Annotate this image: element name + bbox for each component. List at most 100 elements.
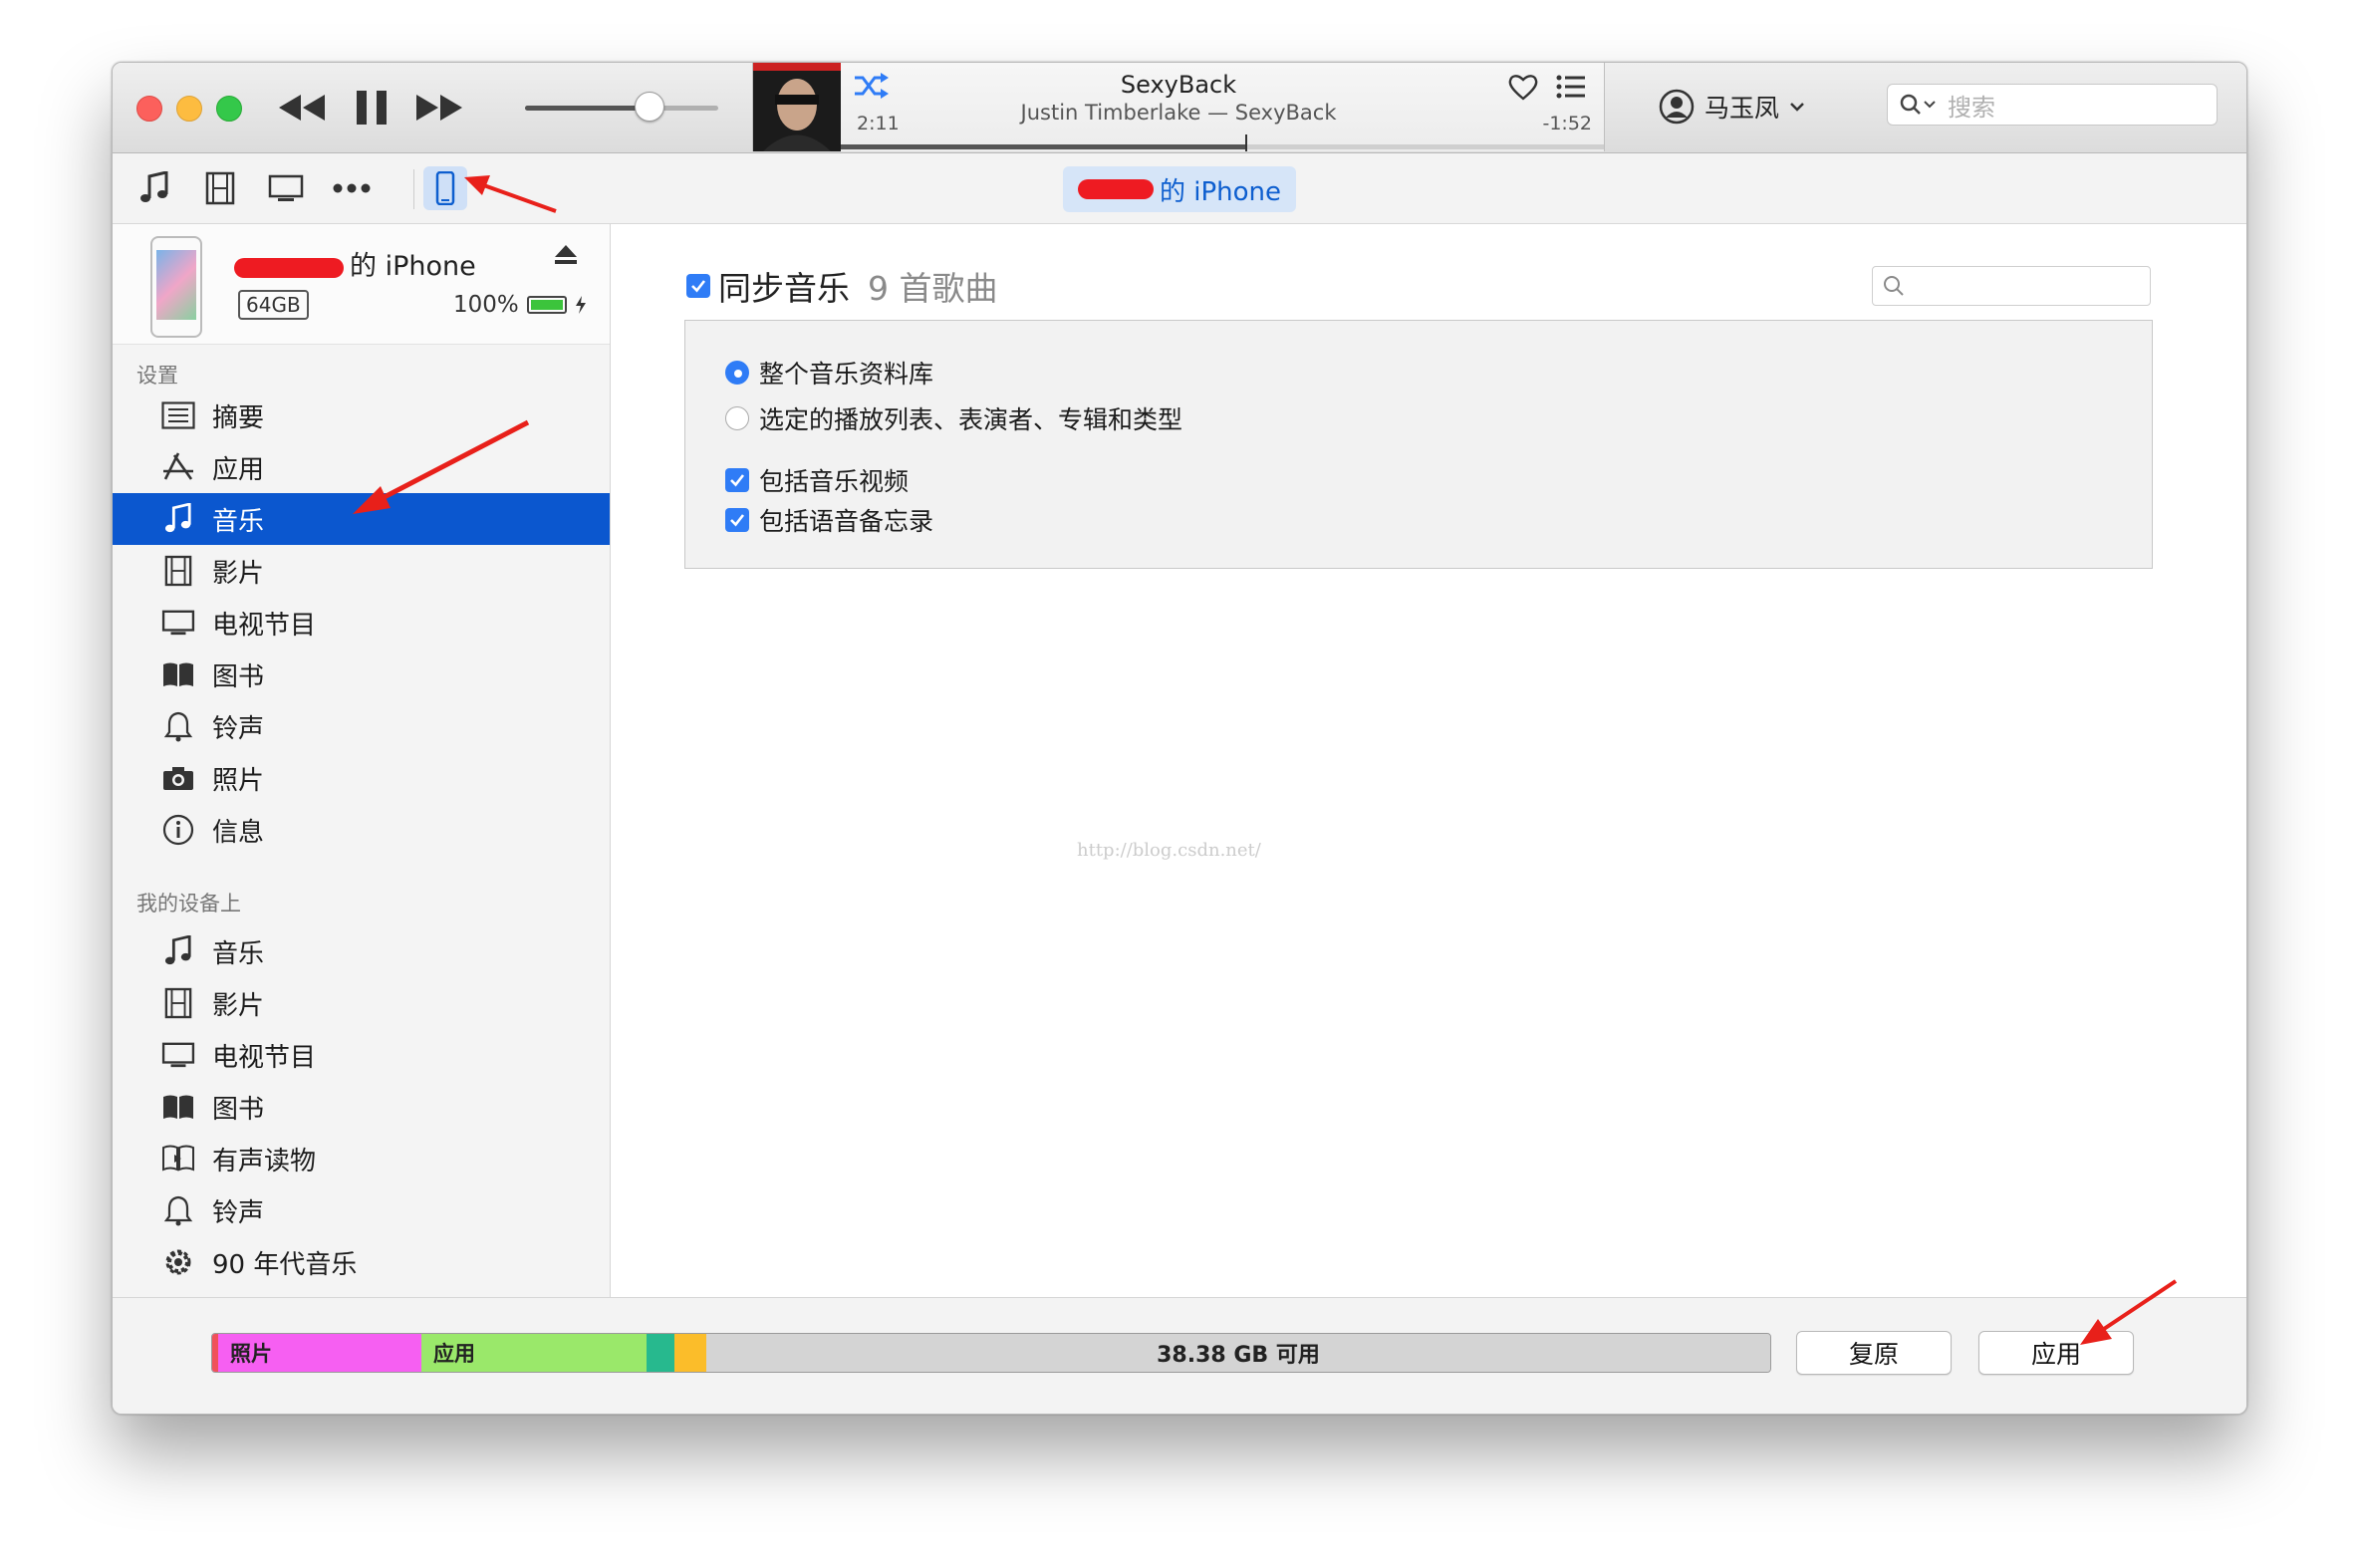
sync-options-box: 整个音乐资料库 选定的播放列表、表演者、专辑和类型 包括音乐视频 包括语音备忘录: [684, 320, 2153, 569]
minimize-window-button[interactable]: [176, 96, 202, 122]
radio-selected-items[interactable]: [725, 406, 749, 430]
watermark-text: http://blog.csdn.net/: [1077, 840, 1261, 861]
option-include-videos[interactable]: 包括音乐视频: [725, 462, 909, 498]
sidebar-item-music-note[interactable]: 音乐: [113, 925, 610, 977]
list-icon: [1556, 75, 1585, 99]
song-count: 9 首歌曲: [868, 269, 998, 308]
music-filter-search[interactable]: [1872, 266, 2151, 306]
bell-icon: [158, 1194, 198, 1226]
sidebar-item-gear[interactable]: 90 年代音乐: [113, 1236, 610, 1288]
device-pill-label: 的 iPhone: [1159, 176, 1282, 207]
tab-movies[interactable]: [198, 166, 242, 210]
user-icon: [1659, 89, 1695, 125]
rewind-button[interactable]: [276, 85, 328, 131]
sidebar-item-book[interactable]: 图书: [113, 649, 610, 700]
search-icon: [1900, 94, 1936, 115]
eject-button[interactable]: [554, 244, 578, 270]
device-button[interactable]: 的 iPhone: [1063, 166, 1296, 212]
playhead[interactable]: [1245, 134, 1247, 151]
checkmark-icon: [730, 514, 745, 527]
apply-button[interactable]: 应用: [1978, 1331, 2134, 1375]
volume-knob[interactable]: [635, 92, 664, 122]
volume-slider[interactable]: [525, 106, 718, 111]
sidebar-item-bell[interactable]: 铃声: [113, 1184, 610, 1236]
toolbar-divider: [413, 169, 414, 209]
book-icon: [158, 660, 198, 688]
sidebar-item-label: 音乐: [212, 506, 265, 537]
sidebar-item-film[interactable]: 影片: [113, 545, 610, 597]
camera-icon: [158, 764, 198, 792]
include-memos-checkbox[interactable]: [725, 508, 749, 532]
close-window-button[interactable]: [136, 96, 162, 122]
pause-button[interactable]: [352, 85, 392, 131]
checkmark-icon: [730, 474, 745, 487]
search-placeholder: 搜索: [1948, 93, 1995, 122]
summary-list-icon: [158, 401, 198, 429]
tab-device[interactable]: [423, 166, 467, 210]
storage-capacity-bar[interactable]: 照片 应用 38.38 GB 可用: [211, 1333, 1771, 1373]
storage-segment-photos[interactable]: 照片: [212, 1334, 421, 1372]
device-thumbnail: [150, 236, 202, 338]
storage-segment-documents[interactable]: [674, 1334, 706, 1372]
now-playing-display[interactable]: SexyBack Justin Timberlake — SexyBack 2:…: [752, 63, 1605, 151]
account-name: 马玉凤: [1704, 94, 1780, 123]
elapsed-time: 2:11: [857, 113, 900, 134]
sidebar-item-tv[interactable]: 电视节目: [113, 1029, 610, 1081]
account-menu[interactable]: 马玉凤: [1659, 87, 1805, 127]
sidebar-item-music-note[interactable]: 音乐: [113, 493, 610, 545]
sidebar-item-app-store[interactable]: 应用: [113, 441, 610, 493]
sidebar-item-label: 影片: [212, 558, 265, 589]
volume-level: [525, 106, 642, 111]
tab-tv[interactable]: [264, 166, 308, 210]
film-icon: [158, 555, 198, 587]
sidebar-item-film[interactable]: 影片: [113, 977, 610, 1029]
option-entire-library-label: 整个音乐资料库: [759, 360, 934, 389]
option-selected-items[interactable]: 选定的播放列表、表演者、专辑和类型: [725, 400, 1182, 436]
radio-entire-library[interactable]: [725, 361, 749, 385]
sidebar-item-book[interactable]: 图书: [113, 1081, 610, 1133]
sidebar-item-label: 有声读物: [212, 1146, 317, 1176]
more-icon: [333, 183, 371, 193]
storage-segment-other[interactable]: [647, 1334, 674, 1372]
settings-section-header: 设置: [136, 364, 178, 388]
love-button[interactable]: [1508, 73, 1538, 105]
storage-segment-apps[interactable]: 应用: [421, 1334, 647, 1372]
audiobook-icon: [158, 1144, 198, 1174]
tv-icon: [158, 1041, 198, 1069]
sidebar-item-label: 摘要: [212, 402, 265, 433]
sidebar-item-label: 照片: [212, 765, 265, 796]
storage-segment-free[interactable]: 38.38 GB 可用: [706, 1334, 1770, 1372]
tab-more[interactable]: [330, 166, 374, 210]
sidebar-item-label: 图书: [212, 1094, 265, 1125]
storage-bar-area: 照片 应用 38.38 GB 可用 复原 应用: [113, 1297, 2246, 1414]
heart-icon: [1508, 75, 1538, 101]
search-icon: [1884, 276, 1904, 296]
option-entire-library[interactable]: 整个音乐资料库: [725, 355, 933, 391]
tab-music[interactable]: [132, 166, 176, 210]
film-icon: [158, 987, 198, 1019]
option-include-memos[interactable]: 包括语音备忘录: [725, 502, 933, 538]
sidebar-item-bell[interactable]: 铃声: [113, 700, 610, 752]
sidebar-item-summary-list[interactable]: 摘要: [113, 390, 610, 441]
sync-music-checkbox[interactable]: [686, 274, 710, 298]
sidebar-item-label: 影片: [212, 990, 265, 1021]
include-videos-checkbox[interactable]: [725, 468, 749, 492]
revert-button[interactable]: 复原: [1796, 1331, 1952, 1375]
eject-icon: [555, 245, 577, 264]
device-card[interactable]: 的 iPhone 64GB 100%: [113, 224, 610, 345]
include-memos-label: 包括语音备忘录: [759, 507, 934, 536]
up-next-button[interactable]: [1556, 75, 1586, 103]
redaction-mark: [1077, 179, 1154, 199]
media-toolbar: 的 iPhone: [113, 153, 2246, 224]
charging-bolt-icon: [575, 296, 586, 314]
pause-icon: [357, 91, 387, 125]
sidebar-item-audiobook[interactable]: 有声读物: [113, 1133, 610, 1184]
sidebar-item-tv[interactable]: 电视节目: [113, 597, 610, 649]
device-name: 的 iPhone: [234, 244, 476, 283]
track-progress-bar[interactable]: [841, 144, 1604, 149]
search-field[interactable]: 搜索: [1887, 84, 2218, 126]
sidebar-item-camera[interactable]: 照片: [113, 752, 610, 804]
zoom-window-button[interactable]: [216, 96, 242, 122]
fast-forward-button[interactable]: [413, 85, 465, 131]
sidebar-item-info[interactable]: 信息: [113, 804, 610, 856]
